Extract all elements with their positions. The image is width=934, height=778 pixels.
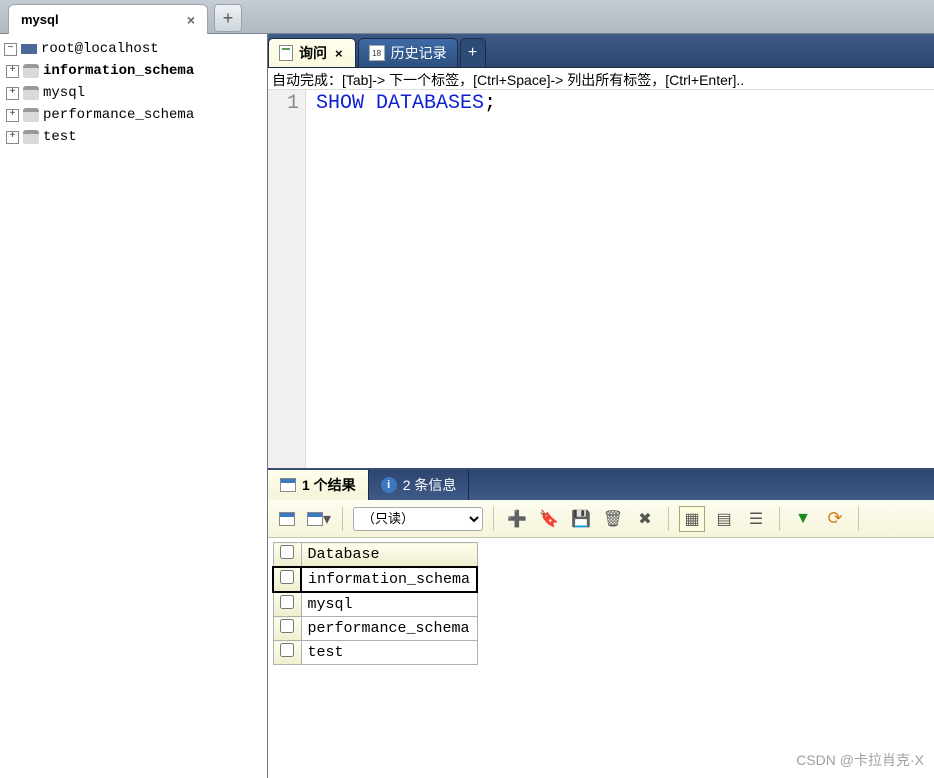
punctuation: ; [484,92,496,115]
tree-server-node[interactable]: − root@localhost [2,38,265,60]
autocomplete-hint: 自动完成：[Tab]-> 下一个标签，[Ctrl+Space]-> 列出所有标签… [268,68,934,90]
database-icon [23,130,39,144]
editor-tabstrip: 询问 × 18 历史记录 + [268,34,934,68]
result-table: Database information_schema mysql perfor… [272,542,478,665]
table-row[interactable]: mysql [273,592,477,617]
refresh-button[interactable]: ⟳ [822,506,848,532]
expand-icon[interactable]: + [6,65,19,78]
checkbox[interactable] [280,570,294,584]
line-number: 1 [274,92,299,115]
tab-result[interactable]: 1 个结果 [268,470,369,500]
separator [668,507,669,531]
separator [493,507,494,531]
form-view-button[interactable]: ▤ [711,506,737,532]
tree-label: performance_schema [43,107,194,123]
cancel-button[interactable]: ✖ [632,506,658,532]
table-row[interactable]: information_schema [273,567,477,592]
select-all-checkbox-cell[interactable] [273,543,301,568]
result-icon [280,478,296,492]
add-row-button[interactable]: ➕ [504,506,530,532]
query-icon [279,45,293,61]
tree-database-node[interactable]: + test [2,126,265,148]
checkbox[interactable] [280,619,294,633]
database-icon [23,64,39,78]
text-view-button[interactable]: ☰ [743,506,769,532]
calendar-icon: 18 [369,45,385,61]
tree-label: root@localhost [41,41,159,57]
cell[interactable]: performance_schema [301,617,477,641]
checkbox[interactable] [280,545,294,559]
close-icon[interactable]: × [333,46,345,61]
checkbox[interactable] [280,595,294,609]
tab-label: 1 个结果 [302,475,356,495]
tree-database-node[interactable]: + information_schema [2,60,265,82]
new-tab-button[interactable]: + [214,4,242,32]
grid-view-button[interactable]: ▦ [679,506,705,532]
watermark: CSDN @卡拉肖克·X [796,750,924,770]
info-icon: i [381,477,397,493]
results-tabstrip: 1 个结果 i 2 条信息 [268,470,934,500]
save-button[interactable]: 💾 [568,506,594,532]
result-grid[interactable]: Database information_schema mysql perfor… [268,538,934,778]
line-gutter: 1 [268,90,306,468]
checkbox[interactable] [280,643,294,657]
expand-icon[interactable]: + [6,131,19,144]
cell[interactable]: test [301,641,477,665]
expand-icon[interactable]: + [6,87,19,100]
tree-database-node[interactable]: + performance_schema [2,104,265,126]
delete-row-button[interactable]: 🗑 [600,506,626,532]
tree-label: mysql [43,85,85,101]
filter-button[interactable]: ▼ [790,506,816,532]
grid-icon [307,512,323,526]
table-header-row: Database [273,543,477,568]
row-checkbox-cell[interactable] [273,567,301,592]
tab-label: 2 条信息 [403,475,457,495]
new-editor-tab-button[interactable]: + [460,38,486,67]
sidebar: − root@localhost + information_schema + … [0,34,268,778]
tree-label: test [43,129,77,145]
tree-label: information_schema [43,63,194,79]
cell[interactable]: mysql [301,592,477,617]
results-toolbar: ▾ （只读） ➕ 🔖 💾 🗑 ✖ ▦ ▤ ☰ ▼ ⟳ [268,500,934,538]
cell[interactable]: information_schema [301,567,477,592]
results-panel: 1 个结果 i 2 条信息 ▾ （只读） ➕ [268,468,934,778]
sql-editor[interactable]: 1 SHOW DATABASES; [268,90,934,468]
separator [858,507,859,531]
keyword: DATABASES [376,92,484,115]
close-icon[interactable]: × [183,12,199,28]
tab-messages[interactable]: i 2 条信息 [369,470,470,500]
separator [342,507,343,531]
tab-history[interactable]: 18 历史记录 [358,38,458,67]
keyword: SHOW [316,92,364,115]
code-area[interactable]: SHOW DATABASES; [306,90,506,468]
connection-tab[interactable]: mysql × [8,4,208,34]
first-row-button[interactable] [274,506,300,532]
collapse-icon[interactable]: − [4,43,17,56]
grid-icon [279,512,295,526]
tab-query[interactable]: 询问 × [268,38,356,67]
row-checkbox-cell[interactable] [273,592,301,617]
readonly-select[interactable]: （只读） [353,507,483,531]
connection-tabstrip: mysql × + [0,0,934,34]
table-row[interactable]: performance_schema [273,617,477,641]
bookmark-button[interactable]: 🔖 [536,506,562,532]
server-icon [21,44,37,54]
separator [779,507,780,531]
row-checkbox-cell[interactable] [273,641,301,665]
grid-dropdown-button[interactable]: ▾ [306,506,332,532]
connection-tab-label: mysql [21,12,59,27]
database-tree: − root@localhost + information_schema + … [0,34,267,152]
tab-label: 历史记录 [391,43,447,63]
row-checkbox-cell[interactable] [273,617,301,641]
tab-label: 询问 [299,43,327,63]
expand-icon[interactable]: + [6,109,19,122]
table-row[interactable]: test [273,641,477,665]
column-header[interactable]: Database [301,543,477,568]
database-icon [23,86,39,100]
database-icon [23,108,39,122]
tree-database-node[interactable]: + mysql [2,82,265,104]
